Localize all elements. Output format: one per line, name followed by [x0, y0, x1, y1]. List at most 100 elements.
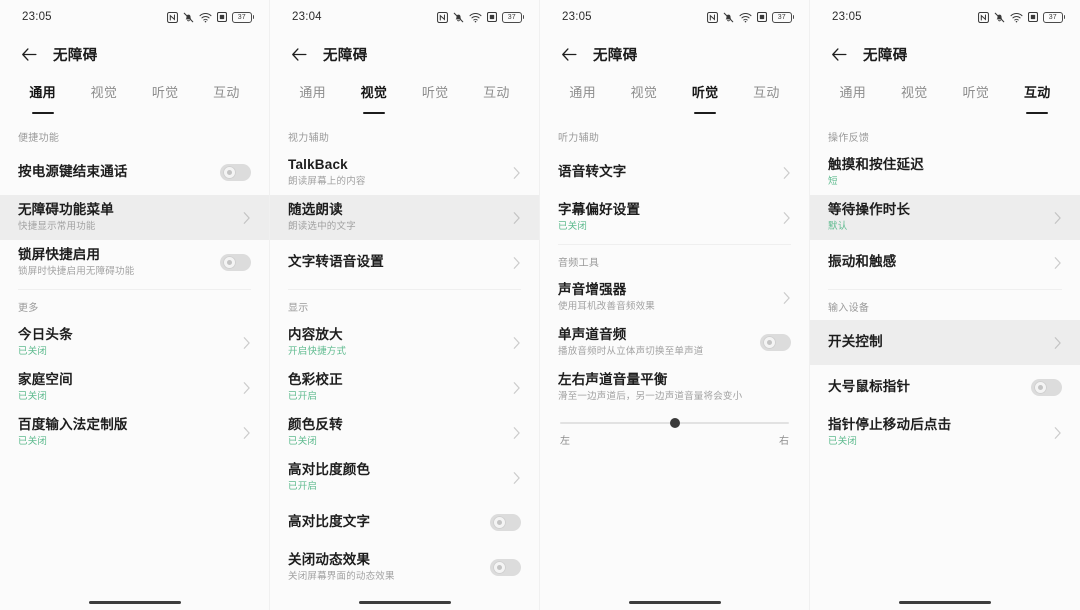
- tab-2[interactable]: 听觉: [135, 82, 196, 114]
- list-item[interactable]: 触摸和按住延迟短: [810, 150, 1080, 195]
- mute-bell-icon: [994, 12, 1005, 23]
- back-arrow-icon[interactable]: [20, 45, 39, 64]
- list-item[interactable]: 单声道音频 播放音频时从立体声切换至单声道: [540, 320, 809, 365]
- list-item[interactable]: 百度输入法定制版 已关闭: [0, 410, 269, 455]
- tab-1[interactable]: 视觉: [343, 82, 404, 114]
- list-item-subtitle: 已关闭: [18, 391, 48, 403]
- list-item-title: 单声道音频: [558, 327, 627, 343]
- list-item[interactable]: 振动和触感: [810, 240, 1080, 285]
- status-bar: 23:05 37: [540, 0, 809, 34]
- list-item-text: 大号鼠标指针: [828, 379, 1023, 396]
- list-item[interactable]: 随选朗读 朗读选中的文字: [270, 195, 539, 240]
- list-item-subtitle: 关闭屏幕界面的动态效果: [288, 571, 395, 583]
- list-item-title: 左右声道音量平衡: [558, 372, 668, 388]
- list-item[interactable]: 指针停止移动后点击 已关闭: [810, 410, 1080, 455]
- list-item[interactable]: 关闭动态效果 关闭屏幕界面的动态效果: [270, 545, 539, 590]
- tab-0[interactable]: 通用: [822, 82, 884, 114]
- list-item[interactable]: 家庭空间 已关闭: [0, 365, 269, 410]
- tab-0[interactable]: 通用: [12, 82, 73, 114]
- list-item-title: 语音转文字: [558, 164, 627, 180]
- list-item-text: 指针停止移动后点击 已关闭: [828, 417, 1045, 448]
- list-item-title: 高对比度文字: [288, 514, 371, 530]
- list-item[interactable]: 文字转语音设置: [270, 240, 539, 285]
- tab-1[interactable]: 视觉: [884, 82, 946, 114]
- list-item-subtitle: 开启快捷方式: [288, 346, 347, 358]
- chevron-right-icon: [242, 336, 251, 350]
- list-item-text: 内容放大开启快捷方式: [288, 327, 504, 358]
- nfc-icon: [436, 11, 448, 23]
- row-toggle[interactable]: [760, 334, 791, 351]
- tab-2[interactable]: 听觉: [945, 82, 1007, 114]
- list-item[interactable]: 颜色反转 已关闭: [270, 410, 539, 455]
- row-toggle[interactable]: [1031, 379, 1062, 396]
- row-toggle[interactable]: [490, 559, 521, 576]
- home-indicator[interactable]: [899, 601, 991, 604]
- list-item[interactable]: 高对比度文字: [270, 500, 539, 545]
- tab-3[interactable]: 互动: [1007, 82, 1069, 114]
- section-label: 听力辅助: [558, 133, 600, 144]
- row-toggle[interactable]: [220, 164, 251, 181]
- tab-3[interactable]: 互动: [196, 82, 257, 114]
- nfc-icon: [166, 11, 178, 23]
- list-item[interactable]: 开关控制: [810, 320, 1080, 365]
- section-label: 操作反馈: [828, 133, 870, 144]
- chevron-right-icon: [782, 166, 791, 180]
- list-item[interactable]: 今日头条 已关闭: [0, 320, 269, 365]
- list-item[interactable]: 锁屏快捷启用 锁屏时快捷启用无障碍功能: [0, 240, 269, 285]
- back-arrow-icon[interactable]: [830, 45, 849, 64]
- chevron-right-icon: [242, 381, 251, 395]
- list-item[interactable]: 声音增强器 使用耳机改善音频效果: [540, 275, 809, 320]
- tab-0[interactable]: 通用: [282, 82, 343, 114]
- list-item-text: 开关控制: [828, 334, 1045, 351]
- tab-3[interactable]: 互动: [466, 82, 527, 114]
- mute-bell-icon: [723, 12, 734, 23]
- chevron-right-icon: [1053, 256, 1062, 270]
- home-indicator[interactable]: [88, 601, 181, 604]
- list-item-text: 左右声道音量平衡滑至一边声道后，另一边声道音量将会变小: [558, 372, 791, 403]
- tab-2[interactable]: 听觉: [675, 82, 736, 114]
- row-toggle[interactable]: [490, 514, 521, 531]
- tab-2[interactable]: 听觉: [405, 82, 466, 114]
- list-item-text: 按电源键结束通话: [18, 164, 212, 181]
- list-item[interactable]: 等待操作时长 默认: [810, 195, 1080, 240]
- list-item[interactable]: 无障碍功能菜单 快捷显示常用功能: [0, 195, 269, 240]
- list-item-subtitle: 已关闭: [828, 436, 858, 448]
- tab-1[interactable]: 视觉: [613, 82, 674, 114]
- chevron-right-icon: [242, 211, 251, 225]
- status-icons: 37: [977, 11, 1065, 23]
- list-item[interactable]: 字幕偏好设置 已关闭: [540, 195, 809, 240]
- chevron-right-icon: [512, 166, 521, 180]
- list-item-text: 触摸和按住延迟短: [828, 157, 1062, 188]
- list-item[interactable]: TalkBack 朗读屏幕上的内容: [270, 150, 539, 195]
- list-item-text: 字幕偏好设置 已关闭: [558, 202, 774, 233]
- tab-3[interactable]: 互动: [736, 82, 797, 114]
- home-indicator[interactable]: [358, 601, 451, 604]
- home-indicator[interactable]: [628, 601, 721, 604]
- slider-track[interactable]: [560, 418, 789, 428]
- wifi-icon: [739, 12, 752, 23]
- status-clock: 23:05: [22, 11, 52, 23]
- list-item[interactable]: 语音转文字: [540, 150, 809, 195]
- list-item[interactable]: 色彩校正 已开启: [270, 365, 539, 410]
- row-toggle[interactable]: [220, 254, 251, 271]
- tab-0[interactable]: 通用: [552, 82, 613, 114]
- list-item-title: 内容放大: [288, 327, 343, 343]
- tab-1[interactable]: 视觉: [73, 82, 134, 114]
- status-clock: 23:05: [832, 11, 862, 23]
- list-item[interactable]: 内容放大开启快捷方式: [270, 320, 539, 365]
- list-item[interactable]: 按电源键结束通话: [0, 150, 269, 195]
- list-item[interactable]: 左右声道音量平衡滑至一边声道后，另一边声道音量将会变小: [540, 365, 809, 410]
- slider-thumb[interactable]: [669, 418, 680, 428]
- balance-slider[interactable]: 左右: [540, 410, 809, 447]
- back-arrow-icon[interactable]: [560, 45, 579, 64]
- sd-card-icon: [1027, 12, 1038, 22]
- list-item-subtitle: 滑至一边声道后，另一边声道音量将会变小: [558, 391, 743, 403]
- back-arrow-icon[interactable]: [290, 45, 309, 64]
- chevron-right-icon: [512, 426, 521, 440]
- list-item[interactable]: 高对比度颜色 已开启: [270, 455, 539, 500]
- title-bar: 无障碍: [810, 34, 1080, 74]
- list-item[interactable]: 大号鼠标指针: [810, 365, 1080, 410]
- list-item-text: 高对比度颜色 已开启: [288, 462, 504, 493]
- list-item-text: 关闭动态效果 关闭屏幕界面的动态效果: [288, 552, 482, 583]
- mute-bell-icon: [453, 12, 464, 23]
